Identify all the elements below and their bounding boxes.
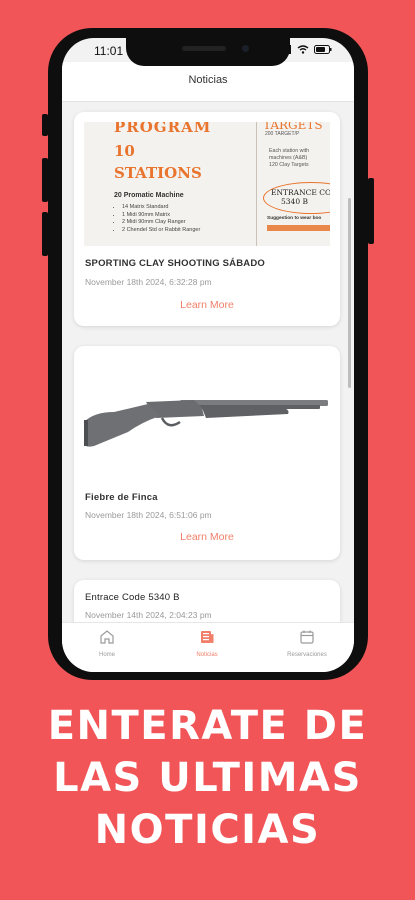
flyer-left-column: PROGRAM 10 STATIONS 20 Promatic Machine …: [114, 122, 254, 246]
tab-noticias[interactable]: Noticias: [162, 629, 252, 658]
promo-headline: ENTERATE DE LAS ULTIMAS NOTICIAS: [0, 700, 415, 856]
calendar-icon: [300, 630, 314, 644]
volume-up-button: [42, 158, 48, 202]
tab-home-label: Home: [98, 652, 115, 658]
phone-frame: 11:01 Noticias PROGRAM 10 STATIONS 20 Pr…: [42, 28, 374, 680]
flyer-entrance-line2: 5340 B: [281, 197, 308, 206]
bottom-tab-bar: Home Noticias Reservaciones: [62, 622, 354, 672]
post-date: November 14th 2024, 2:04:23 pm: [85, 610, 212, 620]
tab-home[interactable]: Home: [62, 629, 152, 658]
promo-line-2: LAS ULTIMAS: [53, 755, 362, 801]
home-icon: [100, 630, 114, 644]
tab-reservaciones-label: Reservaciones: [287, 652, 327, 658]
shotgun-illustration: [84, 400, 328, 447]
news-feed[interactable]: PROGRAM 10 STATIONS 20 Promatic Machine …: [62, 102, 354, 622]
promo-line-1: ENTERATE DE: [47, 703, 368, 749]
flyer-right-item: machines (A&B): [269, 155, 308, 161]
post-flyer-image: PROGRAM 10 STATIONS 20 Promatic Machine …: [84, 122, 330, 246]
learn-more-link[interactable]: Learn More: [74, 531, 340, 543]
flyer-machine-heading: 20 Promatic Machine: [114, 192, 184, 199]
flyer-right-list: Each station with machines (A&B) 120 Cla…: [269, 148, 309, 169]
page-title: Noticias: [188, 74, 228, 86]
flyer-entrance-line1: ENTRANCE CO: [271, 188, 330, 197]
front-camera: [242, 45, 249, 52]
battery-icon: [314, 45, 332, 54]
flyer-program-text: PROGRAM: [114, 122, 212, 136]
learn-more-link[interactable]: Learn More: [74, 299, 340, 311]
post-date: November 18th 2024, 6:51:06 pm: [85, 510, 212, 520]
notch: [126, 38, 290, 66]
nav-header: Noticias: [62, 62, 354, 102]
phone-screen: 11:01 Noticias PROGRAM 10 STATIONS 20 Pr…: [62, 38, 354, 672]
tab-noticias-label: Noticias: [196, 652, 218, 658]
flyer-suggestion: Suggestion to wear boo: [267, 216, 322, 221]
flyer-machine-item: 2 Midi 90mm Clay Ranger: [122, 219, 200, 227]
wifi-icon: [297, 45, 309, 54]
promo-line-3: NOTICIAS: [94, 807, 321, 853]
news-card[interactable]: Fiebre de Finca November 18th 2024, 6:51…: [74, 346, 340, 560]
post-title: SPORTING CLAY SHOOTING SÁBADO: [85, 258, 265, 269]
power-button: [368, 178, 374, 244]
post-shotgun-image: [84, 356, 330, 506]
tab-reservaciones[interactable]: Reservaciones: [262, 629, 352, 658]
news-card[interactable]: Entrace Code 5340 B November 14th 2024, …: [74, 580, 340, 622]
flyer-right-item: Each station with: [269, 148, 310, 154]
flyer-entrance-code: ENTRANCE CO 5340 B: [271, 188, 330, 206]
mute-switch: [42, 114, 48, 136]
flyer-machine-list: 14 Matrix Standard 1 Midi 90mm Matrix 2 …: [122, 204, 200, 234]
news-icon: [201, 631, 214, 643]
post-title: Fiebre de Finca: [85, 492, 158, 503]
flyer-machine-item: 1 Midi 90mm Matrix: [122, 212, 200, 220]
status-time: 11:01: [94, 44, 124, 58]
flyer-right-item: 120 Clay Targets: [269, 162, 309, 168]
flyer-targets-sub: 200 TARGET/P: [265, 131, 300, 137]
news-card[interactable]: PROGRAM 10 STATIONS 20 Promatic Machine …: [74, 112, 340, 326]
flyer-machine-item: 2 Chendel Std or Rabbit Ranger: [122, 227, 200, 235]
flyer-accent-bar: [267, 225, 330, 231]
flyer-machine-item: 14 Matrix Standard: [122, 204, 200, 212]
volume-down-button: [42, 212, 48, 256]
post-date: November 18th 2024, 6:32:28 pm: [85, 277, 212, 287]
flyer-right-column: TARGETS 200 TARGET/P Each station with m…: [256, 122, 330, 246]
speaker: [182, 46, 226, 51]
flyer-stations-text: 10 STATIONS: [114, 142, 202, 182]
scrollbar[interactable]: [348, 198, 351, 388]
post-title: Entrace Code 5340 B: [85, 592, 180, 603]
